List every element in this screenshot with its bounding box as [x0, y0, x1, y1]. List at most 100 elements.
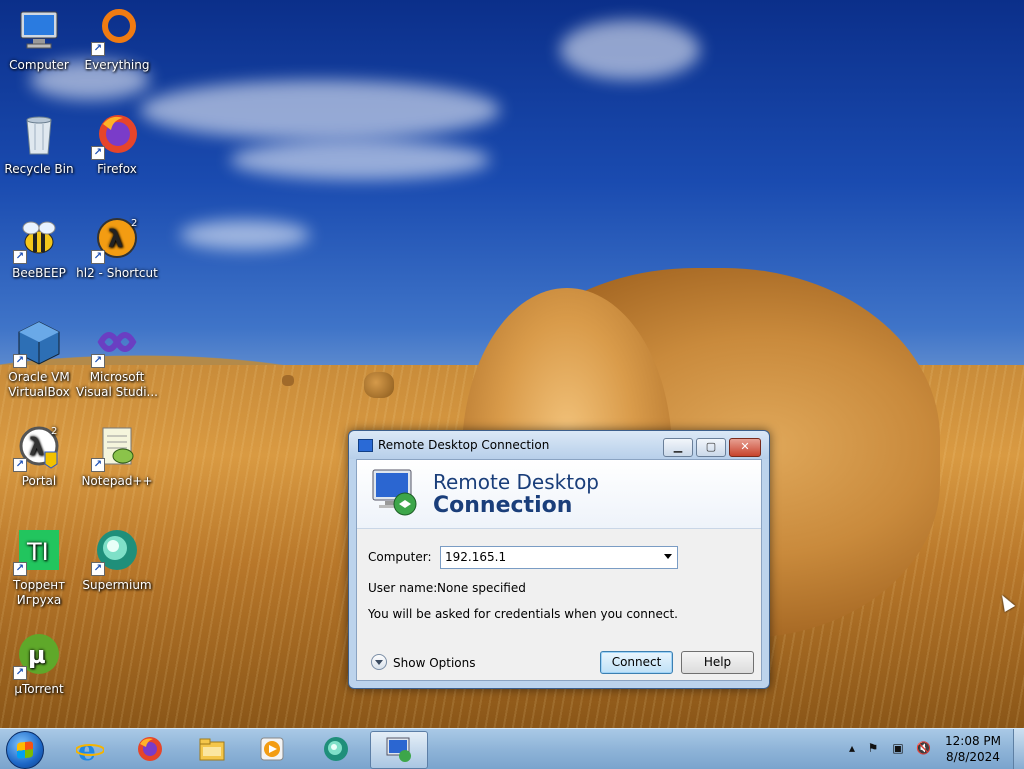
wallpaper-hay-bale-tiny: [282, 375, 294, 386]
notepad-plus-plus-icon: ↗: [91, 422, 141, 472]
wallpaper-cloud: [560, 20, 700, 80]
show-desktop-button[interactable]: [1013, 729, 1024, 769]
media-player-icon: [260, 737, 284, 761]
desktop-icon-supermium[interactable]: ↗ Supermium: [73, 520, 161, 593]
shortcut-arrow-icon: ↗: [91, 146, 105, 160]
desktop-icon-portal[interactable]: λ2 ↗ Portal: [0, 416, 83, 489]
action-center-flag-icon[interactable]: ⚑: [866, 741, 880, 755]
supermium-icon: ↗: [91, 526, 141, 576]
desktop-icon-label: Computer: [9, 58, 69, 72]
svg-text:2: 2: [131, 218, 137, 229]
desktop-icon-hl2-shortcut[interactable]: λ2 ↗ hl2 - Shortcut: [73, 208, 161, 281]
desktop-icon-label: Oracle VM VirtualBox: [8, 370, 70, 399]
shortcut-arrow-icon: ↗: [91, 562, 105, 576]
banner-title-line2: Connection: [433, 493, 573, 518]
close-icon: ✕: [740, 440, 750, 453]
taskbar-file-explorer[interactable]: [184, 731, 240, 767]
remote-desktop-window[interactable]: Remote Desktop Connection ▁ ▢ ✕ Remote D…: [348, 430, 770, 689]
wallpaper-cloud: [230, 140, 490, 180]
desktop-icon-label: Microsoft Visual Studi...: [76, 370, 158, 399]
utorrent-icon: µ ↗: [13, 630, 63, 680]
shortcut-arrow-icon: ↗: [91, 354, 105, 368]
remote-desktop-title-icon: [358, 439, 373, 452]
banner-title-line1: Remote Desktop: [433, 470, 600, 494]
taskbar-media-player[interactable]: [244, 731, 300, 767]
wallpaper-cloud: [140, 80, 500, 140]
desktop-icon-visual-studio[interactable]: ↗ Microsoft Visual Studi...: [73, 312, 161, 400]
window-titlebar[interactable]: Remote Desktop Connection ▁ ▢ ✕: [349, 431, 769, 459]
show-hidden-icons-chevron-up-icon[interactable]: ▴: [845, 741, 859, 755]
shortcut-arrow-icon: ↗: [13, 666, 27, 680]
clock-time: 12:08 PM: [945, 734, 1001, 748]
taskbar-firefox[interactable]: [122, 731, 178, 767]
svg-text:e: e: [78, 736, 96, 762]
system-clock[interactable]: 12:08 PM 8/8/2024: [936, 733, 1010, 765]
desktop-icon-label: Firefox: [97, 162, 137, 176]
visual-studio-icon: ↗: [91, 318, 141, 368]
svg-text:µ: µ: [28, 641, 46, 669]
taskbar-internet-explorer[interactable]: e: [62, 731, 118, 767]
desktop-icon-label: Recycle Bin: [4, 162, 74, 176]
volume-muted-icon[interactable]: 🔇: [916, 741, 931, 755]
desktop-icon-recycle-bin[interactable]: Recycle Bin: [0, 104, 83, 177]
desktop-icon-label: BeeBEEP: [12, 266, 66, 280]
maximize-button[interactable]: ▢: [696, 438, 726, 457]
desktop-icon-virtualbox[interactable]: ↗ Oracle VM VirtualBox: [0, 312, 83, 400]
username-value: None specified: [437, 581, 526, 595]
shortcut-arrow-icon: ↗: [91, 250, 105, 264]
desktop-icon-notepad-plus-plus[interactable]: ↗ Notepad++: [73, 416, 161, 489]
desktop-icon-label: Supermium: [82, 578, 152, 592]
supermium-icon: [324, 737, 348, 761]
half-life-lambda-icon: λ2 ↗: [91, 214, 141, 264]
svg-text:λ: λ: [29, 433, 44, 461]
desktop-icon-label: Торрент Игруха: [12, 578, 66, 607]
window-client-area: Remote Desktop Connection Computer: 192.…: [356, 459, 762, 681]
firefox-icon: ↗: [91, 110, 141, 160]
virtualbox-icon: ↗: [13, 318, 63, 368]
desktop-icon-torrent-igrukha[interactable]: TI ↗ Торрент Игруха: [0, 520, 83, 608]
expand-options-icon[interactable]: [371, 654, 387, 670]
wallpaper-hay-bale-small: [364, 372, 394, 398]
svg-text:2: 2: [51, 426, 57, 437]
desktop-icon-label: hl2 - Shortcut: [76, 266, 158, 280]
computer-label: Computer:: [368, 550, 432, 564]
desktop-icon-everything[interactable]: ↗ Everything: [73, 0, 161, 73]
rdp-banner: Remote Desktop Connection: [357, 460, 761, 529]
internet-explorer-icon: e: [76, 736, 104, 762]
folder-icon: [199, 738, 225, 761]
computer-input-value[interactable]: 192.165.1: [445, 550, 506, 564]
desktop-icon-beebeep[interactable]: ↗ BeeBEEP: [0, 208, 83, 281]
taskbar-remote-desktop[interactable]: [370, 731, 428, 769]
start-button[interactable]: [6, 731, 44, 769]
taskbar-supermium[interactable]: [308, 731, 364, 767]
desktop-icon-label: Everything: [84, 58, 150, 72]
desktop-icon-utorrent[interactable]: µ ↗ µTorrent: [0, 624, 83, 697]
remote-desktop-monitor-icon: [369, 468, 421, 518]
shortcut-arrow-icon: ↗: [13, 250, 27, 264]
help-button[interactable]: Help: [681, 651, 754, 674]
minimize-button[interactable]: ▁: [663, 438, 693, 457]
desktop-icon-computer[interactable]: Computer: [0, 0, 83, 73]
connect-button[interactable]: Connect: [600, 651, 673, 674]
remote-desktop-monitor-icon: [386, 737, 411, 762]
username-label: User name:: [368, 581, 438, 595]
credentials-info-text: You will be asked for credentials when y…: [368, 607, 678, 621]
computer-combobox[interactable]: 192.165.1: [440, 546, 678, 569]
svg-text:TI: TI: [26, 538, 49, 566]
network-icon[interactable]: ▣: [891, 741, 905, 755]
shortcut-arrow-icon: ↗: [91, 42, 105, 56]
chevron-down-icon[interactable]: [664, 554, 672, 559]
clock-date: 8/8/2024: [946, 750, 1000, 764]
show-options-button[interactable]: Show Options: [393, 656, 476, 670]
desktop-icon-label: Notepad++: [81, 474, 153, 488]
firefox-icon: [138, 737, 162, 761]
shortcut-arrow-icon: ↗: [91, 458, 105, 472]
window-title: Remote Desktop Connection: [378, 438, 550, 452]
wallpaper-cloud: [180, 220, 310, 250]
windows-logo-icon: [17, 741, 33, 759]
computer-icon: [15, 6, 63, 54]
desktop-icon-firefox[interactable]: ↗ Firefox: [73, 104, 161, 177]
shortcut-arrow-icon: ↗: [13, 458, 27, 472]
close-button[interactable]: ✕: [729, 438, 761, 457]
everything-search-icon: ↗: [91, 6, 141, 56]
